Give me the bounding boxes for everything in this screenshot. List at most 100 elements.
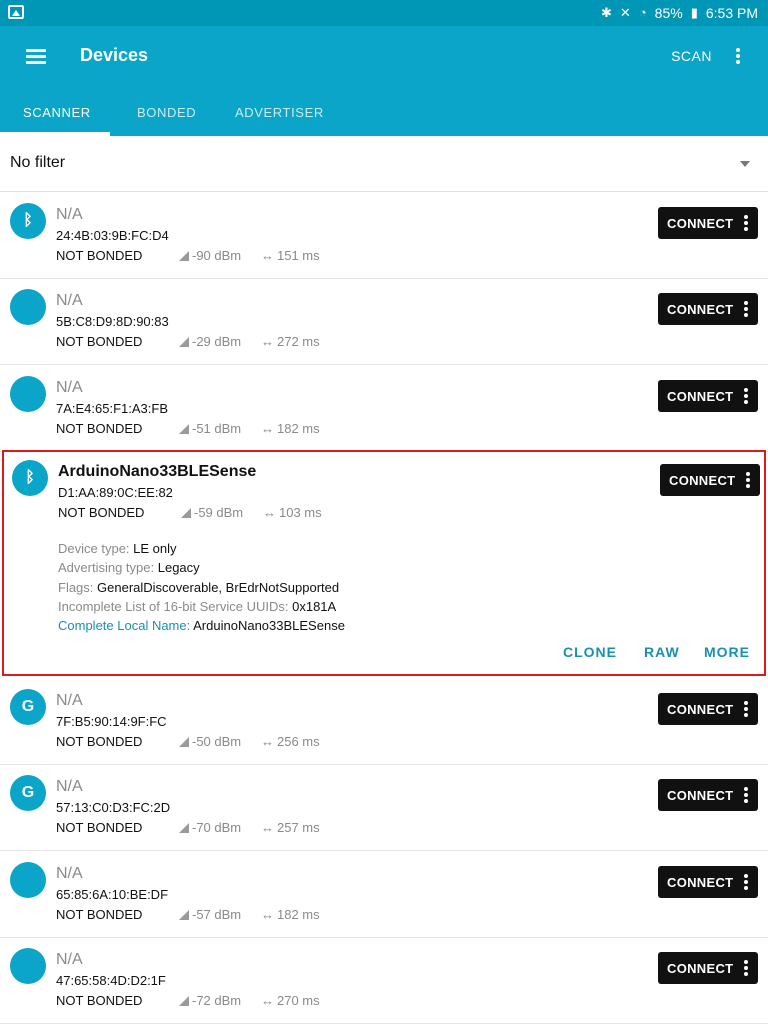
connect-label: CONNECT <box>667 875 734 890</box>
tab-advertiser[interactable]: ADVERTISER <box>235 105 324 120</box>
more-button[interactable]: MORE <box>704 644 750 660</box>
wifi-icon: ◔ <box>638 5 647 20</box>
device-name: N/A <box>56 778 83 795</box>
device-address: D1:AA:89:0C:EE:82 <box>58 485 173 500</box>
interval-value: 257 ms <box>277 820 320 835</box>
connect-button[interactable]: CONNECT <box>658 693 758 725</box>
rssi-value: -72 dBm <box>192 993 242 1008</box>
device-address: 47:65:58:4D:D2:1F <box>56 973 166 988</box>
device-row[interactable]: G N/A 7F:B5:90:14:9F:FC NOT BONDED -50 dBm ↔ 2… <box>0 679 768 765</box>
connect-button[interactable]: CONNECT <box>658 380 758 412</box>
advertising-interval: ↔ 103 ms <box>263 505 322 520</box>
connect-label: CONNECT <box>667 961 734 976</box>
tab-scanner[interactable]: SCANNER <box>23 105 91 120</box>
device-menu-icon[interactable] <box>744 960 748 976</box>
filter-label: No filter <box>10 154 66 171</box>
rssi: -90 dBm <box>179 248 241 263</box>
interval-arrows-icon: ↔ <box>261 907 274 922</box>
bond-state: NOT BONDED <box>56 993 143 1008</box>
connect-button[interactable]: CONNECT <box>658 952 758 984</box>
apple-icon <box>10 376 46 412</box>
bluetooth-icon: ᛒ <box>10 203 46 239</box>
raw-button[interactable]: RAW <box>644 644 680 660</box>
bond-state: NOT BONDED <box>56 248 143 263</box>
device-row[interactable]: G N/A 57:13:C0:D3:FC:2D NOT BONDED -70 dBm ↔ 2… <box>0 765 768 851</box>
detail-value: 0x181A <box>292 598 337 614</box>
bond-state: NOT BONDED <box>56 820 143 835</box>
device-menu-icon[interactable] <box>744 701 748 717</box>
bond-state: NOT BONDED <box>56 421 143 436</box>
bond-state: NOT BONDED <box>56 907 143 922</box>
rssi: -51 dBm <box>179 421 241 436</box>
device-row[interactable]: N/A 5B:C8:D9:8D:90:83 NOT BONDED -29 dBm ↔ 27… <box>0 279 768 365</box>
advertising-details: Device type: LE only Advertising type: Le… <box>58 539 345 635</box>
connect-button[interactable]: CONNECT <box>660 464 760 496</box>
device-row[interactable]: N/A 7A:E4:65:F1:A3:FB NOT BONDED -51 dBm ↔ 18… <box>0 366 768 452</box>
connect-button[interactable]: CONNECT <box>658 293 758 325</box>
device-row[interactable]: ᛒ N/A 24:4B:03:9B:FC:D4 NOT BONDED -90 dBm ↔ 1… <box>0 193 768 279</box>
detail-key: Flags: <box>58 579 94 595</box>
connect-label: CONNECT <box>667 389 734 404</box>
device-menu-icon[interactable] <box>744 874 748 890</box>
detail-key: Advertising type: <box>58 560 155 576</box>
device-address: 65:85:6A:10:BE:DF <box>56 887 169 902</box>
gallery-notification-icon <box>8 5 24 19</box>
device-row[interactable]: N/A 65:85:6A:10:BE:DF NOT BONDED -57 dBm ↔ 18… <box>0 852 768 938</box>
connect-button[interactable]: CONNECT <box>658 779 758 811</box>
advertising-interval: ↔ 182 ms <box>261 907 320 922</box>
apple-icon <box>10 289 46 325</box>
interval-arrows-icon: ↔ <box>263 505 276 520</box>
connect-label: CONNECT <box>669 473 736 488</box>
connect-label: CONNECT <box>667 216 734 231</box>
advertising-interval: ↔ 151 ms <box>261 248 320 263</box>
signal-strength-icon <box>179 736 189 747</box>
interval-value: 270 ms <box>277 993 320 1008</box>
connect-button[interactable]: CONNECT <box>658 207 758 239</box>
device-name: N/A <box>56 292 83 309</box>
advertising-interval: ↔ 182 ms <box>261 421 320 436</box>
google-icon: G <box>10 775 46 811</box>
connect-button[interactable]: CONNECT <box>658 866 758 898</box>
device-address: 7A:E4:65:F1:A3:FB <box>56 401 169 416</box>
rssi-value: -51 dBm <box>192 421 242 436</box>
device-name: N/A <box>56 865 83 882</box>
device-menu-icon[interactable] <box>744 301 748 317</box>
rssi: -29 dBm <box>179 334 241 349</box>
clone-button[interactable]: CLONE <box>563 644 617 660</box>
device-address: 7F:B5:90:14:9F:FC <box>56 714 167 729</box>
signal-strength-icon <box>181 507 191 518</box>
detail-line: Incomplete List of 16-bit Service UUIDs:… <box>58 597 345 616</box>
connect-label: CONNECT <box>667 302 734 317</box>
rssi-value: -29 dBm <box>192 334 242 349</box>
tab-bonded[interactable]: BONDED <box>137 105 196 120</box>
detail-line: Advertising type: Legacy <box>58 558 345 577</box>
device-row[interactable]: N/A 47:65:58:4D:D2:1F NOT BONDED -72 dBm ↔ 27… <box>0 938 768 1024</box>
device-menu-icon[interactable] <box>744 388 748 404</box>
device-menu-icon[interactable] <box>746 472 750 488</box>
clock: 6:53 PM <box>705 5 758 21</box>
connect-label: CONNECT <box>667 702 734 717</box>
interval-arrows-icon: ↔ <box>261 734 274 749</box>
device-address: 57:13:C0:D3:FC:2D <box>56 800 171 815</box>
overflow-menu-icon[interactable] <box>732 46 744 66</box>
interval-arrows-icon: ↔ <box>261 993 274 1008</box>
battery-level: 85% <box>654 5 683 21</box>
app-bar: Devices SCAN SCANNER BONDED ADVERTISER <box>0 26 768 136</box>
advertising-interval: ↔ 270 ms <box>261 993 320 1008</box>
detail-line: Device type: LE only <box>58 539 345 558</box>
hamburger-menu-icon[interactable] <box>26 48 48 66</box>
rssi-value: -57 dBm <box>192 907 242 922</box>
apple-icon <box>10 862 46 898</box>
device-address: 5B:C8:D9:8D:90:83 <box>56 314 169 329</box>
device-menu-icon[interactable] <box>744 787 748 803</box>
device-menu-icon[interactable] <box>744 215 748 231</box>
scan-button[interactable]: SCAN <box>671 48 712 64</box>
interval-value: 151 ms <box>277 248 320 263</box>
mute-icon: ✕ <box>619 5 631 20</box>
detail-key: Device type: <box>58 541 130 556</box>
detail-value: ArduinoNano33BLESense <box>193 618 345 634</box>
device-name: N/A <box>56 379 83 396</box>
rssi: -50 dBm <box>179 734 241 749</box>
device-row-expanded[interactable]: ᛒ ArduinoNano33BLESense D1:AA:89:0C:EE:82 N… <box>2 450 766 676</box>
filter-dropdown[interactable]: No filter <box>0 136 768 192</box>
